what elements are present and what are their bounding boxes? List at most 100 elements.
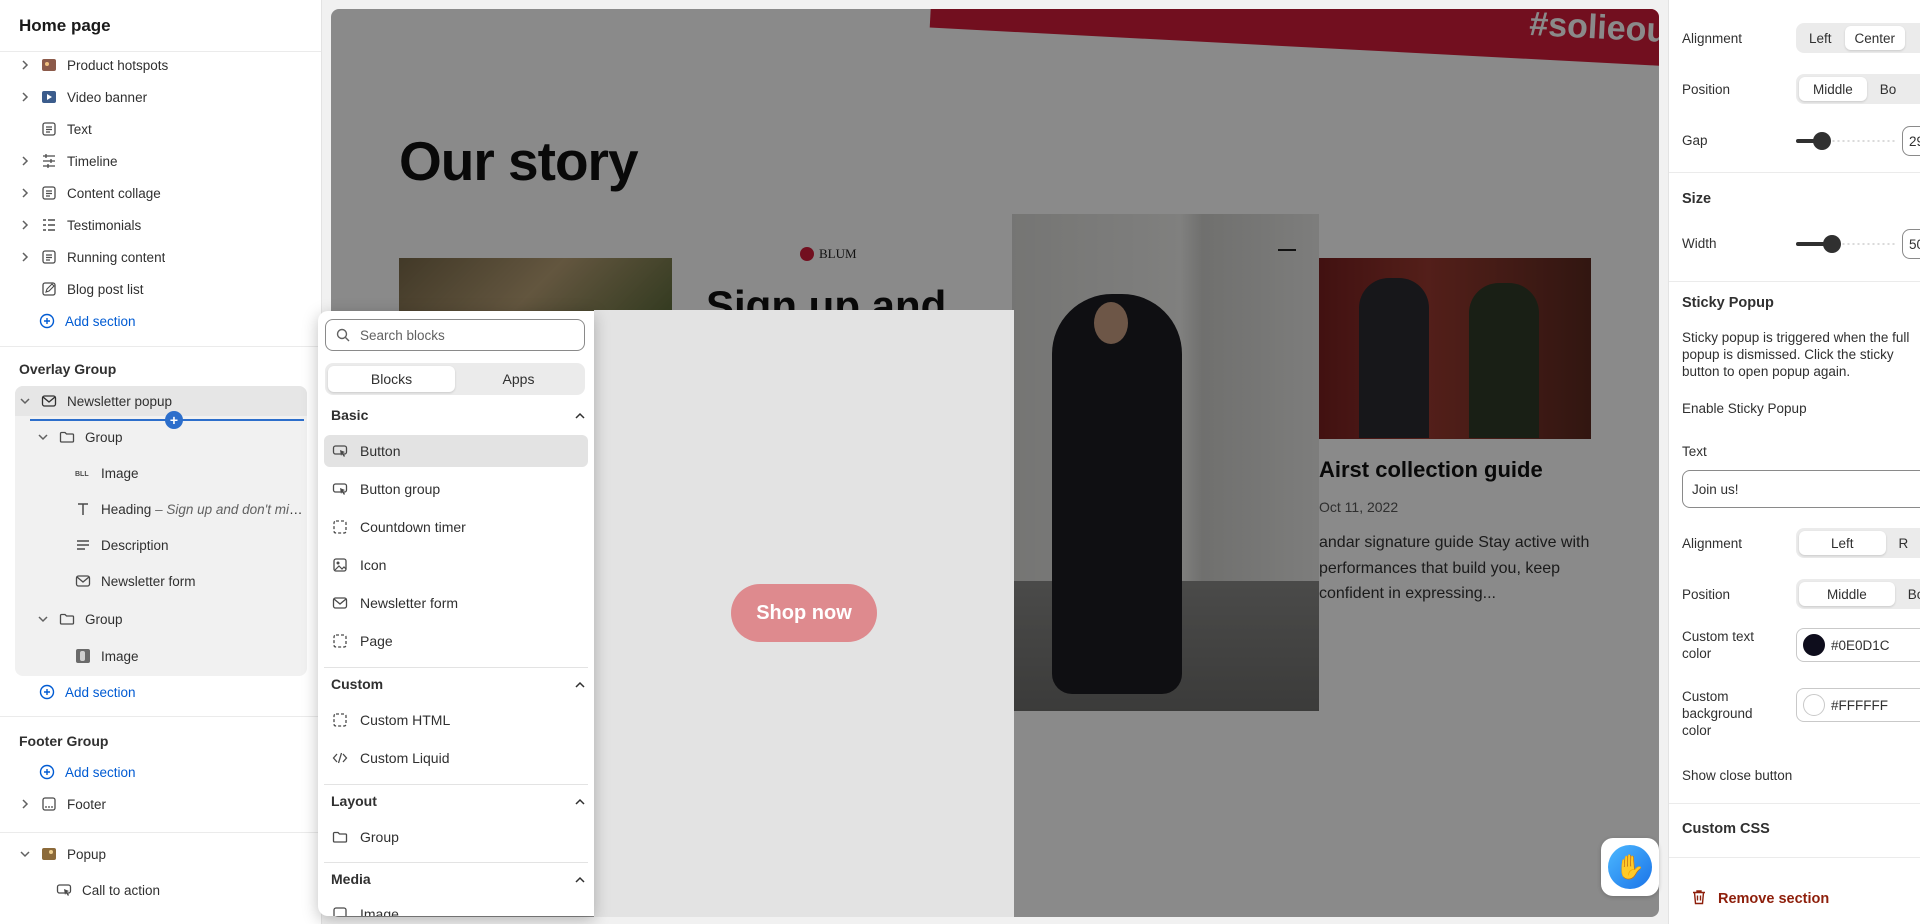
chevron-up-icon <box>575 407 585 423</box>
section-item-content-collage[interactable]: Content collage <box>0 179 310 207</box>
block-item-group[interactable]: Group <box>0 423 310 451</box>
gap-slider[interactable] <box>1796 132 1896 150</box>
enable-sticky-popup-toggle[interactable]: Enable Sticky Popup <box>1682 400 1807 417</box>
block-item-description[interactable]: Description <box>0 531 310 559</box>
section-item-running-content[interactable]: Running content <box>0 243 310 271</box>
chevron-right-icon[interactable] <box>19 91 31 103</box>
add-section-button[interactable]: Add section <box>0 678 310 706</box>
block-option-countdown-timer[interactable]: Countdown timer <box>324 511 588 543</box>
category-basic[interactable]: Basic <box>331 402 587 428</box>
chevron-down-icon[interactable] <box>37 431 49 443</box>
category-media[interactable]: Media <box>331 866 587 892</box>
tab-blocks[interactable]: Blocks <box>328 366 455 392</box>
custom-css-heading[interactable]: Custom CSS <box>1682 821 1770 837</box>
search-icon <box>336 328 350 342</box>
alignment-left-option-2[interactable]: Left <box>1799 531 1886 555</box>
section-item-video-banner[interactable]: Video banner <box>0 83 310 111</box>
custom-text-color-input[interactable]: #0E0D1C <box>1796 628 1920 662</box>
chevron-down-icon[interactable] <box>19 395 31 407</box>
slider-knob[interactable] <box>1823 235 1841 253</box>
block-option-custom-liquid[interactable]: Custom Liquid <box>324 742 588 774</box>
section-item-text[interactable]: Text <box>0 115 310 143</box>
position-segmented: Middle Bo <box>1796 74 1920 104</box>
position-bottom-option-2[interactable]: Bo <box>1898 582 1920 606</box>
section-item-timeline[interactable]: Timeline <box>0 147 310 175</box>
alignment-right-option-2[interactable]: R <box>1889 531 1919 555</box>
block-option-button[interactable]: Button <box>324 435 588 467</box>
section-item-blog-post-list[interactable]: Blog post list <box>0 275 310 303</box>
section-item-footer[interactable]: Footer <box>0 790 310 818</box>
position-middle-option-2[interactable]: Middle <box>1799 582 1895 606</box>
chevron-right-icon[interactable] <box>19 155 31 167</box>
divider <box>1669 172 1920 173</box>
svg-text:BLL: BLL <box>75 471 89 478</box>
add-section-button[interactable]: Add section <box>0 758 310 786</box>
chevron-right-icon[interactable] <box>19 219 31 231</box>
width-value-input[interactable]: 50 <box>1902 229 1920 259</box>
folder-icon <box>332 829 348 845</box>
gap-label: Gap <box>1682 133 1708 148</box>
category-custom[interactable]: Custom <box>331 671 587 697</box>
shop-now-button[interactable]: Shop now <box>731 584 877 642</box>
show-close-button-toggle[interactable]: Show close button <box>1682 767 1792 784</box>
plus-circle-icon <box>39 684 55 700</box>
divider <box>0 716 321 717</box>
chevron-right-icon[interactable] <box>19 251 31 263</box>
plus-circle-icon <box>39 313 55 329</box>
color-swatch[interactable] <box>1803 694 1825 716</box>
dashed-box-icon <box>332 712 348 728</box>
video-icon <box>41 89 57 105</box>
block-picker-popover: Search blocks Blocks Apps Basic Button B… <box>318 311 594 916</box>
divider <box>1669 803 1920 804</box>
custom-background-color-input[interactable]: #FFFFFF <box>1796 688 1920 722</box>
block-item-heading[interactable]: Heading – Sign up and don't mis... <box>0 495 305 523</box>
block-option-icon[interactable]: Icon <box>324 549 588 581</box>
section-item-product-hotspots[interactable]: Product hotspots <box>0 51 310 79</box>
block-option-image[interactable]: Image <box>324 898 588 916</box>
section-item-popup[interactable]: Popup <box>0 840 310 868</box>
section-item-testimonials[interactable]: Testimonials <box>0 211 310 239</box>
divider <box>1669 281 1920 282</box>
block-item-call-to-action[interactable]: Call to action <box>0 876 310 904</box>
alignment-left-option[interactable]: Left <box>1799 26 1842 50</box>
search-blocks-input[interactable]: Search blocks <box>325 319 585 351</box>
block-item-image-2[interactable]: Image <box>0 642 310 670</box>
chevron-down-icon[interactable] <box>37 613 49 625</box>
chevron-down-icon[interactable] <box>19 848 31 860</box>
dashed-box-icon <box>332 633 348 649</box>
remove-section-button[interactable]: Remove section <box>1692 889 1829 909</box>
chevron-right-icon[interactable] <box>19 798 31 810</box>
tab-apps[interactable]: Apps <box>455 366 582 392</box>
gap-value-input[interactable]: 29 <box>1902 126 1920 156</box>
add-section-button[interactable]: Add section <box>0 307 310 335</box>
color-swatch[interactable] <box>1803 634 1825 656</box>
alignment-center-option[interactable]: Center <box>1844 26 1906 50</box>
page-title: Home page <box>0 0 321 52</box>
sticky-text-input[interactable]: Join us! <box>1682 470 1920 508</box>
section-item-newsletter-popup[interactable]: Newsletter popup <box>0 387 310 415</box>
block-option-custom-html[interactable]: Custom HTML <box>324 704 588 736</box>
block-option-newsletter-form[interactable]: Newsletter form <box>324 587 588 619</box>
chevron-right-icon[interactable] <box>19 187 31 199</box>
position-middle-option[interactable]: Middle <box>1799 77 1867 101</box>
custom-background-color-label: Custom background color <box>1682 689 1753 738</box>
assistant-button[interactable]: ✋ <box>1601 838 1659 896</box>
position-bottom-option[interactable]: Bo <box>1870 77 1907 101</box>
block-item-newsletter-form[interactable]: Newsletter form <box>0 567 310 595</box>
block-option-page[interactable]: Page <box>324 625 588 657</box>
slider-knob[interactable] <box>1813 132 1831 150</box>
block-option-group[interactable]: Group <box>324 821 588 853</box>
category-layout[interactable]: Layout <box>331 788 587 814</box>
block-item-image[interactable]: BLL Image <box>0 459 310 487</box>
position-label-2: Position <box>1682 587 1731 602</box>
email-icon <box>75 573 91 589</box>
chevron-right-icon[interactable] <box>19 59 31 71</box>
chevron-up-icon <box>575 871 585 887</box>
settings-panel: Alignment Left Center Position Middle Bo… <box>1668 0 1920 924</box>
size-heading: Size <box>1682 191 1712 207</box>
width-slider[interactable] <box>1796 235 1896 253</box>
hand-wave-icon: ✋ <box>1608 845 1652 889</box>
block-option-button-group[interactable]: Button group <box>324 473 588 505</box>
chevron-up-icon <box>575 793 585 809</box>
block-item-group-2[interactable]: Group <box>0 605 310 633</box>
